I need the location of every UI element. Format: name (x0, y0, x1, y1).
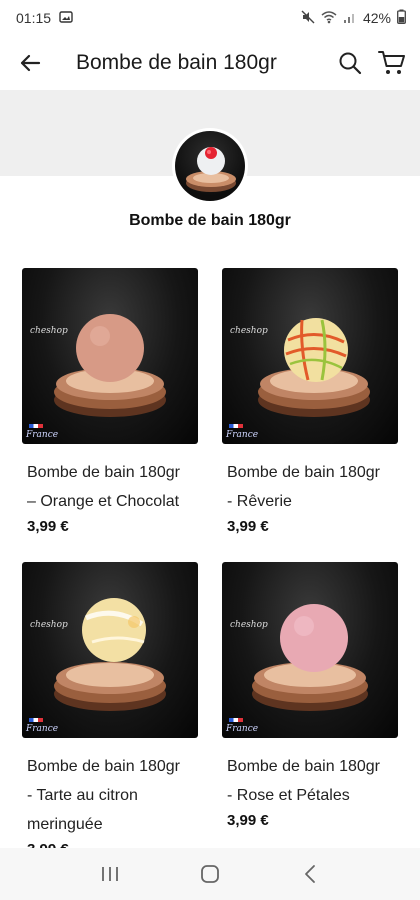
product-image[interactable]: cheshop France (22, 562, 198, 738)
status-time: 01:15 (16, 10, 52, 26)
product-image[interactable]: cheshop France (222, 562, 398, 738)
flag-icon (229, 424, 243, 428)
product-image-mark: France (26, 430, 59, 440)
product-price: 3,99 € (227, 518, 269, 535)
product-name[interactable]: Bombe de bain 180gr - Rêverie (222, 458, 398, 516)
product-name-line: Bombe de bain 180gr (227, 758, 380, 775)
system-nav-bar (0, 848, 420, 900)
product-name-line: Bombe de bain 180gr (27, 758, 180, 775)
status-left: 01:15 (16, 10, 73, 26)
product-name-line: - Rêverie (227, 493, 292, 510)
recent-apps-icon (102, 867, 118, 881)
battery-percent: 42% (362, 10, 391, 26)
product-card[interactable]: cheshop France Bombe de bain 180gr - Rêv… (222, 268, 398, 535)
product-image[interactable]: cheshop France (222, 268, 398, 444)
product-name-line: Bombe de bain 180gr (27, 464, 180, 481)
signal-icon (343, 10, 357, 26)
product-name-line: - Rose et Pétales (227, 787, 350, 804)
product-name[interactable]: Bombe de bain 180gr - Rose et Pétales (222, 752, 398, 810)
back-icon (305, 865, 315, 883)
home-icon (201, 865, 219, 883)
category-title: Bombe de bain 180gr (129, 212, 291, 229)
product-card[interactable]: cheshop France Bombe de bain 180gr - Tar… (22, 562, 198, 858)
nav-back-button[interactable] (285, 854, 335, 894)
product-price: 3,99 € (27, 518, 69, 535)
battery-icon (397, 9, 406, 27)
flag-icon (229, 718, 243, 722)
product-card[interactable]: cheshop France Bombe de bain 180gr - Ros… (222, 562, 398, 829)
cart-button[interactable] (374, 43, 410, 83)
flag-icon (29, 718, 43, 722)
back-arrow-icon (20, 54, 41, 72)
wifi-icon (321, 10, 337, 27)
product-name-line: meringuée (27, 816, 103, 833)
recent-apps-button[interactable] (85, 854, 135, 894)
back-button[interactable] (10, 43, 50, 83)
category-image (175, 131, 245, 201)
app-bar-actions (332, 43, 410, 83)
product-image[interactable]: cheshop France (22, 268, 198, 444)
search-button[interactable] (332, 43, 368, 83)
status-right: 42% (301, 9, 406, 27)
product-name-line: Bombe de bain 180gr (227, 464, 380, 481)
search-icon (339, 52, 362, 75)
mute-icon (301, 10, 315, 27)
app-bar: Bombe de bain 180gr (0, 36, 420, 90)
home-button[interactable] (185, 854, 235, 894)
product-name[interactable]: Bombe de bain 180gr – Orange et Chocolat (22, 458, 198, 516)
product-price: 3,99 € (227, 812, 269, 829)
cart-icon (378, 51, 405, 74)
product-name-line: – Orange et Chocolat (27, 493, 180, 510)
product-image-mark: France (226, 430, 259, 440)
product-name-line: - Tarte au citron (27, 787, 138, 804)
flag-icon (29, 424, 43, 428)
status-bar: 01:15 42% (0, 0, 420, 36)
category-image-frame[interactable] (172, 128, 248, 204)
product-name[interactable]: Bombe de bain 180gr - Tarte au citron me… (22, 752, 198, 839)
page-title: Bombe de bain 180gr (76, 51, 277, 74)
product-image-mark: France (226, 724, 259, 734)
product-card[interactable]: cheshop France Bombe de bain 180gr – Ora… (22, 268, 198, 535)
product-image-mark: France (26, 724, 59, 734)
gallery-notification-icon (59, 10, 73, 26)
